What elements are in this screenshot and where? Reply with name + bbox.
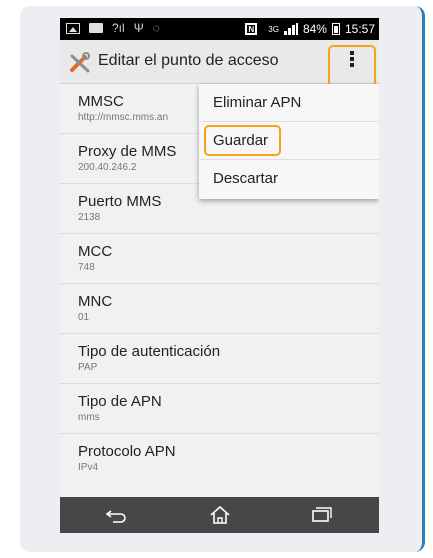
setting-apn-protocol[interactable]: Protocolo APN IPv4 (60, 434, 379, 484)
menu-item-delete-apn[interactable]: Eliminar APN (199, 84, 379, 122)
setting-value: mms (78, 412, 100, 423)
nfc-icon: N (245, 23, 258, 35)
save-highlight (204, 125, 281, 156)
menu-item-save[interactable]: Guardar (199, 122, 379, 160)
phone-screen: ?ıl Ψ ◌ N 3G 84% 15:57 Editar el punto d… (60, 18, 379, 533)
tools-icon (70, 52, 90, 73)
setting-label: Protocolo APN (78, 443, 176, 460)
recent-apps-icon[interactable] (310, 503, 334, 527)
setting-value: 748 (78, 262, 95, 273)
setting-label: MCC (78, 243, 113, 260)
setting-value: PAP (78, 362, 98, 373)
setting-value: 01 (78, 312, 90, 323)
menu-item-discard[interactable]: Descartar (199, 160, 379, 198)
network-type: 3G (268, 24, 279, 34)
setting-label: Tipo de APN (78, 393, 162, 410)
setting-auth-type[interactable]: Tipo de autenticación PAP (60, 334, 379, 384)
usb-icon: Ψ (133, 21, 144, 35)
status-left-icons: ?ıl Ψ ◌ (66, 21, 160, 35)
clock: 15:57 (344, 22, 375, 36)
setting-mcc[interactable]: MCC 748 (60, 234, 379, 284)
setting-mnc[interactable]: MNC 01 (60, 284, 379, 334)
navigation-bar (60, 497, 379, 533)
signal-bars-icon (283, 23, 298, 35)
setting-value: 2138 (78, 212, 101, 223)
overflow-menu: Eliminar APN Guardar Descartar (199, 84, 379, 199)
battery-percent: 84% (302, 22, 327, 36)
setting-apn-type[interactable]: Tipo de APN mms (60, 384, 379, 434)
setting-value: IPv4 (78, 462, 99, 473)
page-title: Editar el punto de acceso (98, 52, 279, 69)
battery-icon (331, 23, 340, 35)
message-icon (89, 23, 103, 33)
status-bar: ?ıl Ψ ◌ N 3G 84% 15:57 (60, 18, 379, 40)
signal-icon: ?ıl (112, 21, 125, 35)
status-right-icons: N 3G 84% 15:57 (245, 22, 375, 36)
overflow-menu-icon (350, 51, 354, 69)
home-icon[interactable] (208, 503, 232, 527)
back-icon[interactable] (104, 503, 128, 527)
setting-label: Tipo de autenticación (78, 343, 221, 360)
alarm-icon: ◌ (152, 21, 160, 35)
image-icon (66, 22, 80, 34)
setting-label: MNC (78, 293, 113, 310)
action-bar: Editar el punto de acceso (60, 40, 379, 87)
overflow-menu-button[interactable] (328, 45, 376, 87)
